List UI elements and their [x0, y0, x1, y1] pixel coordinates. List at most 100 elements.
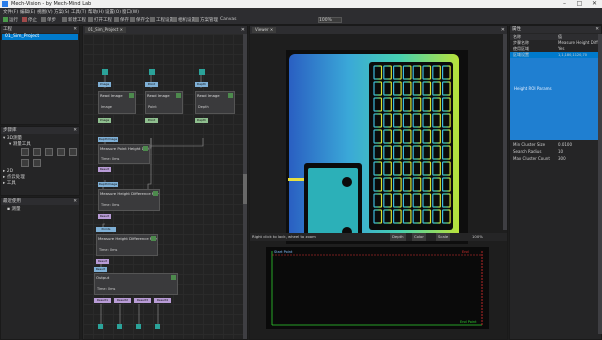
- node-output-port[interactable]: Result: [98, 167, 111, 172]
- input-port-icon[interactable]: [149, 69, 155, 75]
- node-output-port-1[interactable]: Result1: [94, 298, 111, 303]
- profile-plot[interactable]: Start Point End End Point: [266, 247, 489, 329]
- project-panel-title: 工程: [3, 27, 12, 32]
- output-pin-icon[interactable]: [155, 324, 160, 329]
- prop-roi-preview[interactable]: Height ROI Params: [510, 58, 598, 140]
- node-input-port[interactable]: Points: [96, 227, 116, 232]
- node-read-image-1[interactable]: Read Image Image: [98, 91, 136, 114]
- recent-panel-header: 最近使用 ✕: [1, 198, 79, 205]
- node-input-port[interactable]: Point: [145, 82, 158, 87]
- close-button[interactable]: ✕: [587, 0, 602, 8]
- play-icon[interactable]: [228, 93, 233, 98]
- depth-image-svg: [288, 54, 459, 240]
- prop-row-min-cluster[interactable]: Min Cluster Size 0.0100: [510, 142, 598, 148]
- step-tool-icon[interactable]: [45, 148, 53, 156]
- input-port-icon[interactable]: [199, 69, 205, 75]
- node-read-image-3[interactable]: Read Image Depth: [195, 91, 235, 114]
- graph-canvas[interactable]: Image Read Image Image Image Point Read …: [83, 34, 243, 339]
- step-button[interactable]: 单步: [41, 17, 56, 23]
- maximize-button[interactable]: □: [572, 0, 587, 8]
- output-pin-icon[interactable]: [117, 324, 122, 329]
- node-title: Measure Height Difference Plane: [98, 236, 157, 241]
- node-title: Output: [96, 275, 110, 280]
- step-tool-icon[interactable]: [69, 148, 77, 156]
- close-icon[interactable]: ✕: [595, 26, 599, 33]
- scrollbar-thumb[interactable]: [243, 174, 247, 204]
- plot-label-end: End: [462, 250, 469, 254]
- node-output-port-4[interactable]: Result4: [154, 298, 171, 303]
- graph-close-icon[interactable]: ✕: [241, 27, 245, 33]
- canvas-button[interactable]: Canvas: [220, 17, 237, 23]
- viewer-mode-depth[interactable]: Depth: [390, 233, 406, 241]
- viewer-scrollbar[interactable]: [503, 34, 507, 230]
- play-icon[interactable]: [171, 275, 176, 280]
- node-output-port[interactable]: Result: [98, 214, 111, 219]
- prop-row-search-radius[interactable]: Search Radius 10: [510, 149, 598, 155]
- play-icon: [3, 17, 8, 22]
- steps-panel: 步骤库 ✕ ▾ 3D测量 ▾ 测量工具 ▸ 2D ▸ 点云处理 ▸ 工具: [0, 126, 80, 196]
- camera-icon: [172, 17, 177, 22]
- graph-tab[interactable]: 01_Sim_Project ✕: [85, 27, 126, 33]
- graph-tab-bar: 01_Sim_Project ✕ ✕: [83, 26, 247, 34]
- play-icon[interactable]: [176, 93, 181, 98]
- viewer-tab-bar: Viewer ✕ ✕: [250, 26, 507, 34]
- node-output-port[interactable]: Depth: [195, 118, 208, 123]
- recent-item[interactable]: ▪ 测量: [7, 207, 20, 213]
- project-item-active[interactable]: 01_Sim_Project: [2, 34, 78, 40]
- step-tool-icon[interactable]: [33, 159, 41, 167]
- run-button[interactable]: 运行: [3, 17, 18, 23]
- step-tool-icon[interactable]: [21, 159, 29, 167]
- new-project-button[interactable]: 新建工程: [62, 17, 86, 23]
- node-input-port[interactable]: DepthImage: [98, 182, 118, 187]
- recent-panel-title: 最近使用: [3, 199, 21, 204]
- save-button[interactable]: 保存: [114, 17, 129, 23]
- camera-settings-button[interactable]: 相机设置: [172, 17, 196, 23]
- depth-image[interactable]: [286, 50, 468, 244]
- step-tool-icon[interactable]: [57, 148, 65, 156]
- minimize-button[interactable]: –: [557, 0, 572, 8]
- properties-scrollbar[interactable]: [598, 34, 602, 334]
- step-tool-icon[interactable]: [21, 148, 29, 156]
- graph-scrollbar[interactable]: [243, 34, 247, 339]
- viewer-zoom[interactable]: 100%: [472, 233, 483, 241]
- graph-editor: 01_Sim_Project ✕ ✕ Image Read Image Imag…: [82, 25, 248, 340]
- node-input-port[interactable]: Depth: [195, 82, 208, 87]
- play-icon[interactable]: [151, 236, 156, 241]
- close-icon[interactable]: ✕: [73, 198, 77, 205]
- viewer-close-icon[interactable]: ✕: [501, 27, 505, 33]
- node-output-port-2[interactable]: Result2: [114, 298, 131, 303]
- input-port-icon[interactable]: [102, 69, 108, 75]
- viewer-tab[interactable]: Viewer ✕: [252, 27, 277, 33]
- project-panel: 工程 ✕ 01_Sim_Project: [0, 25, 80, 125]
- node-output-port[interactable]: Image: [98, 118, 111, 123]
- output-pin-icon[interactable]: [98, 324, 103, 329]
- node-measure-point-height[interactable]: Measure Point Height Difference Time: 0m…: [98, 144, 150, 164]
- close-icon[interactable]: ✕: [73, 127, 77, 134]
- prop-row-max-cluster[interactable]: Max Cluster Count 300: [510, 156, 598, 162]
- node-input-port[interactable]: DepthImage: [98, 137, 118, 142]
- scheme-manager-button[interactable]: 方案管理: [194, 17, 218, 23]
- output-pin-icon[interactable]: [136, 324, 141, 329]
- save-all-icon: [130, 17, 135, 22]
- close-icon[interactable]: ✕: [73, 26, 77, 33]
- step-tool-icon[interactable]: [33, 148, 41, 156]
- zoom-select[interactable]: 100%: [318, 17, 342, 23]
- open-project-button[interactable]: 打开工程: [88, 17, 112, 23]
- tree-item-tools[interactable]: ▸ 工具: [3, 181, 16, 187]
- play-icon[interactable]: [153, 191, 158, 196]
- node-read-image-2[interactable]: Read Image Point: [145, 91, 183, 114]
- node-input-port[interactable]: Image: [98, 82, 111, 87]
- node-output-port-3[interactable]: Result3: [134, 298, 151, 303]
- stop-button[interactable]: 停止: [22, 17, 37, 23]
- node-output-port[interactable]: Point: [145, 118, 158, 123]
- play-icon[interactable]: [129, 93, 134, 98]
- node-measure-height-plane[interactable]: Measure Height Difference Plane Time: 0m…: [96, 234, 158, 256]
- node-input-port[interactable]: Result: [94, 267, 107, 272]
- viewer-mode-scale[interactable]: Scale: [436, 233, 451, 241]
- node-measure-height-points[interactable]: Measure Height Difference Points Time: 0…: [98, 189, 160, 211]
- project-settings-button[interactable]: 工程设置: [150, 17, 174, 23]
- node-output[interactable]: Output Time: 0ms: [94, 273, 178, 295]
- viewer-mode-color[interactable]: Color: [412, 233, 426, 241]
- play-icon[interactable]: [143, 146, 148, 151]
- node-output-port[interactable]: Result: [96, 259, 109, 264]
